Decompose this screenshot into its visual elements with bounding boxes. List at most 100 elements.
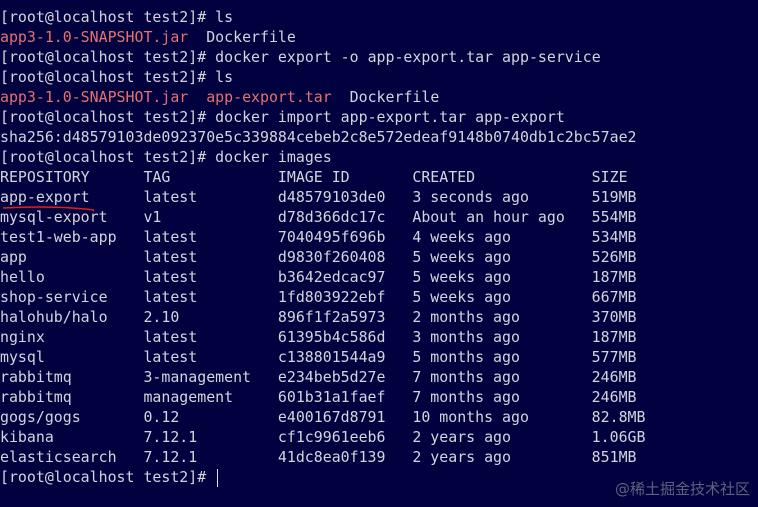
- image-id-cell: 61395b4c586d: [277, 328, 386, 346]
- created-cell: 2 years ago: [412, 428, 511, 446]
- tag-cell: 2.10: [143, 308, 180, 326]
- table-row: gogs/gogs 0.12 e400167d8791 10 months ago 82…: [0, 407, 645, 427]
- command-line: [root@localhost test2]# ls: [0, 8, 234, 26]
- size-cell: 554MB: [591, 208, 637, 226]
- table-row: app-export latest d48579103de0 3 seconds ag…: [0, 187, 637, 212]
- table-row: hello latest b3642edcac97 5 weeks ago 187MB: [0, 267, 637, 287]
- table-row: kibana 7.12.1 cf1c9961eeb6 2 years ago 1.06G…: [0, 427, 645, 447]
- repository-cell: app-export: [0, 188, 90, 206]
- repository-cell: gogs/gogs: [0, 408, 81, 426]
- repository-cell: hello: [0, 268, 45, 286]
- table-row: rabbitmq management 601b31a1faef 7 months a…: [0, 387, 637, 407]
- created-cell: 7 months ago: [412, 368, 520, 386]
- size-cell: 577MB: [591, 348, 637, 366]
- size-cell: 667MB: [591, 288, 637, 306]
- image-id-cell: cf1c9961eeb6: [277, 428, 386, 446]
- image-id-cell: 7040495f696b: [277, 228, 386, 246]
- image-id-cell: d9830f260408: [277, 248, 386, 266]
- terminal[interactable]: [root@localhost test2]# ls app3-1.0-SNAP…: [0, 7, 645, 487]
- created-cell: 2 months ago: [412, 308, 520, 326]
- table-row: test1-web-app latest 7040495f696b 4 weeks a…: [0, 227, 637, 247]
- size-cell: 851MB: [591, 448, 637, 466]
- cursor: [217, 469, 219, 487]
- table-row: halohub/halo 2.10 896f1f2a5973 2 months ago…: [0, 307, 637, 327]
- tag-cell: latest: [143, 268, 198, 286]
- table-row: shop-service latest 1fd803922ebf 5 weeks ag…: [0, 287, 637, 307]
- size-cell: 246MB: [591, 368, 637, 386]
- created-cell: 3 seconds ago: [412, 188, 529, 206]
- repository-cell: shop-service: [0, 288, 108, 306]
- repository-cell: halohub/halo: [0, 308, 108, 326]
- command-line: [root@localhost test2]# ls: [0, 68, 234, 86]
- repository-cell: test1-web-app: [0, 228, 117, 246]
- jar-file: app3-1.0-SNAPSHOT.jar: [0, 28, 189, 46]
- table-row: nginx latest 61395b4c586d 3 months ago 187MB: [0, 327, 637, 347]
- table-row: mysql-export v1 d78d366dc17c About an hour …: [0, 207, 637, 227]
- dockerfile: Dockerfile: [206, 28, 296, 46]
- image-id-cell: 896f1f2a5973: [277, 308, 386, 326]
- ls-output: app3-1.0-SNAPSHOT.jar app-export.tar Doc…: [0, 87, 637, 107]
- command-line: [root@localhost test2]# docker images: [0, 148, 332, 166]
- created-cell: 2 years ago: [412, 448, 511, 466]
- repository-cell: rabbitmq: [0, 368, 72, 386]
- command-line: [root@localhost test2]#: [0, 467, 637, 487]
- repository-cell: rabbitmq: [0, 388, 72, 406]
- created-cell: 4 weeks ago: [412, 228, 511, 246]
- size-cell: 370MB: [591, 308, 637, 326]
- size-cell: 526MB: [591, 248, 637, 266]
- tag-cell: management: [143, 388, 234, 406]
- size-cell: 534MB: [591, 228, 637, 246]
- table-row: rabbitmq 3-management e234beb5d27e 7 months…: [0, 367, 637, 387]
- created-cell: 7 months ago: [412, 388, 520, 406]
- repository-cell: mysql-export: [0, 208, 108, 226]
- tag-cell: 7.12.1: [143, 448, 198, 466]
- tag-cell: v1: [143, 208, 162, 226]
- image-id-cell: 41dc8ea0f139: [277, 448, 386, 466]
- repository-cell: mysql: [0, 348, 45, 366]
- jar-file: app3-1.0-SNAPSHOT.jar: [0, 88, 189, 106]
- command-line: [root@localhost test2]# docker export -o…: [0, 48, 601, 66]
- tag-cell: 3-management: [143, 368, 252, 386]
- repository-cell: elasticsearch: [0, 448, 117, 466]
- table-row: mysql latest c138801544a9 5 months ago 577MB: [0, 347, 637, 367]
- created-cell: 5 months ago: [412, 348, 520, 366]
- created-cell: 10 months ago: [412, 408, 529, 426]
- created-cell: 3 months ago: [412, 328, 520, 346]
- image-id-cell: e400167d8791: [277, 408, 386, 426]
- size-cell: 246MB: [591, 388, 637, 406]
- tar-file: app-export.tar: [206, 88, 332, 106]
- sha-output: sha256:d48579103de092370e5c339884cebeb2c…: [0, 128, 637, 146]
- size-cell: 1.06GB: [591, 428, 646, 446]
- size-cell: 519MB: [591, 188, 637, 206]
- created-cell: 5 weeks ago: [412, 268, 511, 286]
- size-cell: 187MB: [591, 268, 637, 286]
- command-line: [root@localhost test2]# docker import ap…: [0, 108, 565, 126]
- dockerfile: Dockerfile: [349, 88, 440, 106]
- repository-cell: nginx: [0, 328, 45, 346]
- tag-cell: latest: [143, 228, 198, 246]
- repository-cell: app: [0, 248, 27, 266]
- tag-cell: 7.12.1: [143, 428, 198, 446]
- image-id-cell: d78d366dc17c: [277, 208, 386, 226]
- size-cell: 82.8MB: [591, 408, 646, 426]
- tag-cell: 0.12: [143, 408, 180, 426]
- created-cell: 5 weeks ago: [412, 288, 511, 306]
- repository-cell: kibana: [0, 428, 54, 446]
- tag-cell: latest: [143, 348, 198, 366]
- watermark: @稀土掘金技术社区: [614, 480, 750, 498]
- image-id-cell: d48579103de0: [277, 188, 386, 206]
- tag-cell: latest: [143, 248, 198, 266]
- size-cell: 187MB: [591, 328, 637, 346]
- image-id-cell: c138801544a9: [277, 348, 386, 366]
- image-id-cell: e234beb5d27e: [277, 368, 386, 386]
- table-row: app latest d9830f260408 5 weeks ago 526MB: [0, 247, 637, 267]
- image-id-cell: 601b31a1faef: [277, 388, 386, 406]
- tag-cell: latest: [143, 328, 198, 346]
- table-header: REPOSITORY TAG IMAGE ID CREATED SIZE: [0, 168, 628, 186]
- image-id-cell: b3642edcac97: [277, 268, 386, 286]
- tag-cell: latest: [143, 288, 198, 306]
- ls-output: app3-1.0-SNAPSHOT.jar Dockerfile: [0, 27, 637, 47]
- created-cell: About an hour ago: [412, 208, 565, 226]
- created-cell: 5 weeks ago: [412, 248, 511, 266]
- image-id-cell: 1fd803922ebf: [277, 288, 386, 306]
